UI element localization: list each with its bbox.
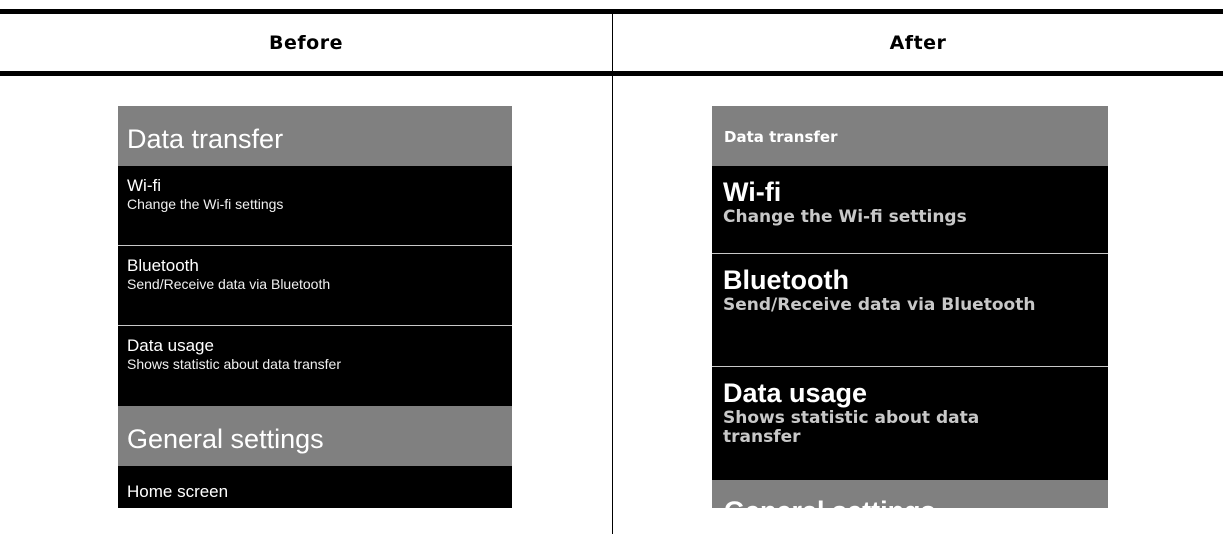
list-item-bluetooth[interactable]: Bluetooth Send/Receive data via Bluetoot… [118,246,512,326]
before-column-header: Before [269,31,343,54]
section-header-data-transfer: Data transfer [118,106,512,166]
column-divider [612,14,613,534]
list-item-bluetooth[interactable]: Bluetooth Send/Receive data via Bluetoot… [712,254,1108,367]
item-title: Data usage [127,336,214,355]
item-title: Data usage [723,378,868,408]
item-title: Bluetooth [723,265,849,295]
item-title: Home screen [127,482,229,501]
item-title: Wi-fi [723,177,782,207]
section-header-general-settings: General settings [712,480,1108,508]
item-subtitle: Shows statistic about data transfer [127,355,341,372]
list-item-data-usage[interactable]: Data usage Shows statistic about data tr… [712,367,1108,480]
after-column-header: After [889,31,947,54]
after-listview: Data transfer Wi-fi Change the Wi-fi set… [712,106,1108,508]
item-subtitle: Send/Receive data via Bluetooth [127,275,331,292]
list-item-wifi[interactable]: Wi-fi Change the Wi-fi settings [712,166,1108,254]
list-item-data-usage[interactable]: Data usage Shows statistic about data tr… [118,326,512,406]
list-item-home-screen[interactable]: Home screen [118,466,512,508]
item-subtitle: Shows statistic about data transfer [723,408,980,447]
section-header-data-transfer: Data transfer [712,106,1108,166]
section-header-general-settings: General settings [118,406,512,466]
before-listview: Data transfer Wi-fi Change the Wi-fi set… [118,106,512,508]
list-item-wifi[interactable]: Wi-fi Change the Wi-fi settings [118,166,512,246]
item-subtitle: Change the Wi-fi settings [127,195,284,212]
item-title: Bluetooth [127,256,199,275]
item-subtitle: Change the Wi-fi settings [723,207,967,227]
item-title: Wi-fi [127,176,161,195]
item-subtitle: Send/Receive data via Bluetooth [723,295,1036,315]
